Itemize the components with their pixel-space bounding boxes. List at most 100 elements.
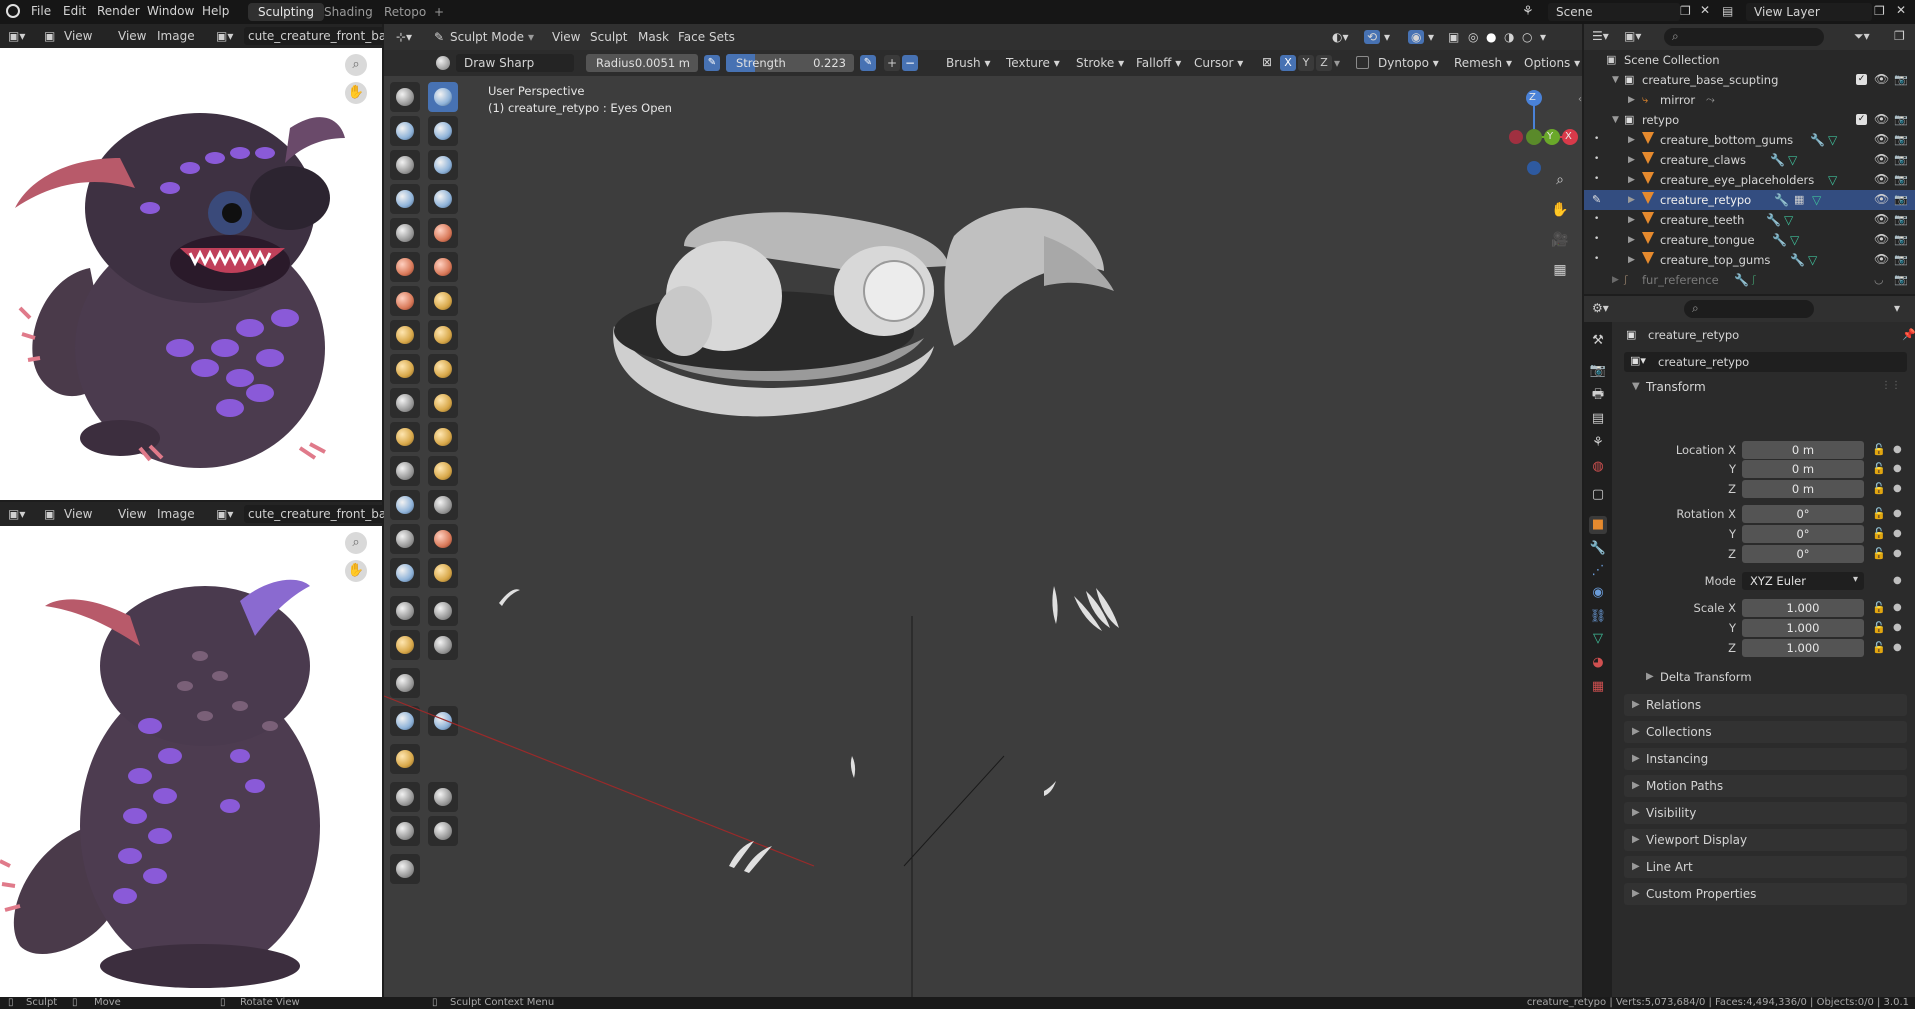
eye-icon[interactable]: 👁	[1874, 233, 1889, 246]
keyframe-dot-icon[interactable]: ●	[1893, 463, 1902, 474]
view-icon[interactable]: ▣	[44, 507, 55, 521]
menu-view[interactable]: View	[118, 29, 146, 43]
transform-panel-header[interactable]: ▼ Transform ⋮⋮	[1624, 378, 1907, 398]
grid-view-icon[interactable]: ▦	[1548, 258, 1572, 282]
render-camera-icon[interactable]: 📷	[1894, 153, 1908, 166]
image-name-field[interactable]: cute_creature_front_back.	[244, 505, 388, 523]
chevron-down-icon[interactable]: ▾	[528, 30, 534, 44]
outliner-row-creature-claws[interactable]: • ▶ creature_claws 🔧 ▽ 👁 📷	[1584, 150, 1915, 170]
chevron-down-icon[interactable]: ▾	[1428, 30, 1434, 44]
render-camera-icon[interactable]: 📷	[1894, 193, 1908, 206]
eye-icon[interactable]: 👁	[1874, 113, 1889, 126]
modifier-wrench-icon[interactable]: 🔧	[1772, 233, 1787, 247]
keyframe-dot-icon[interactable]: ●	[1893, 622, 1902, 633]
menu-image[interactable]: Image	[157, 507, 195, 521]
mesh-data-icon[interactable]: ▽	[1828, 133, 1837, 147]
mesh-data-icon[interactable]: ▽	[1784, 213, 1793, 227]
expand-arrow-icon[interactable]: ▶	[1628, 175, 1635, 185]
overlay-toggle-icon[interactable]: ◉	[1408, 30, 1425, 44]
stroke-dropdown[interactable]: Stroke ▾	[1076, 56, 1124, 70]
chevron-down-icon[interactable]: ▾	[1894, 301, 1900, 315]
expand-arrow-icon[interactable]: ▼	[1612, 115, 1619, 125]
eye-icon[interactable]: 👁	[1874, 73, 1889, 86]
copy-icon[interactable]: ❐	[1874, 4, 1885, 18]
image-browse-icon[interactable]: ▣▾	[216, 507, 233, 521]
tool-tab-icon[interactable]: ⚒	[1589, 332, 1607, 350]
solid-shading-icon[interactable]: ●	[1486, 30, 1496, 44]
exclude-checkbox[interactable]: ✓	[1856, 74, 1867, 85]
object-datablock-field[interactable]: ▣▾ creature_retypo	[1624, 352, 1907, 372]
keyframe-dot-icon[interactable]: ●	[1893, 602, 1902, 613]
render-camera-icon[interactable]: 📷	[1894, 233, 1908, 246]
exclude-checkbox[interactable]: ✓	[1856, 114, 1867, 125]
tab-sculpting[interactable]: Sculpting	[248, 3, 325, 21]
zoom-icon[interactable]: ⌕	[345, 54, 367, 76]
expand-arrow-icon[interactable]: ▶	[1628, 155, 1635, 165]
render-tab-icon[interactable]: 📷	[1589, 362, 1607, 380]
view-layer-icon[interactable]: ▤	[1722, 4, 1733, 18]
visibility-panel[interactable]: ▶ Visibility	[1624, 802, 1907, 824]
subtract-direction-icon[interactable]: −	[902, 55, 918, 71]
material-tab-icon[interactable]: ◕	[1589, 654, 1607, 672]
delta-transform-subpanel[interactable]: ▶ Delta Transform	[1640, 668, 1907, 688]
zoom-icon[interactable]: ⌕	[1548, 168, 1572, 192]
keyframe-dot-icon[interactable]: ●	[1893, 528, 1902, 539]
pan-hand-icon[interactable]: ✋	[1548, 198, 1572, 222]
menu-view[interactable]: View	[552, 30, 580, 44]
mesh-data-icon[interactable]: ▽	[1790, 233, 1799, 247]
brush-preview-icon[interactable]	[436, 56, 450, 70]
eye-icon[interactable]: 👁	[1874, 173, 1889, 186]
symmetry-x-toggle[interactable]: X	[1280, 55, 1296, 71]
eye-icon[interactable]: 👁	[1874, 193, 1889, 206]
keyframe-dot-icon[interactable]: ●	[1893, 444, 1902, 455]
view-layer-selector[interactable]: View Layer	[1746, 3, 1872, 21]
mesh-data-icon[interactable]: ▽	[1812, 193, 1821, 207]
add-direction-icon[interactable]: +	[884, 55, 900, 71]
brush-dropdown[interactable]: Brush ▾	[946, 56, 990, 70]
mesh-data-icon[interactable]: ▽	[1828, 173, 1837, 187]
pin-icon[interactable]: 📌	[1902, 328, 1915, 341]
lock-icon[interactable]: 🔓	[1872, 482, 1886, 495]
location-x-field[interactable]: 0 m	[1742, 441, 1864, 459]
lock-icon[interactable]: 🔓	[1872, 527, 1886, 540]
scene-tab-icon[interactable]: ⚘	[1589, 434, 1607, 452]
modifier-wrench-icon[interactable]: 🔧	[1790, 253, 1805, 267]
scale-z-field[interactable]: 1.000	[1742, 639, 1864, 657]
render-camera-icon[interactable]: 📷	[1894, 73, 1908, 86]
brush-name-field[interactable]: Draw Sharp	[456, 54, 574, 72]
constraints-tab-icon[interactable]: ⛓	[1589, 608, 1607, 626]
editor-type-icon[interactable]: ☰▾	[1592, 29, 1609, 43]
strength-slider[interactable]: Strength 0.223	[726, 54, 854, 72]
expand-arrow-icon[interactable]: ▶	[1612, 275, 1619, 285]
keyframe-dot-icon[interactable]: ●	[1893, 483, 1902, 494]
output-tab-icon[interactable]: 🖶	[1589, 386, 1607, 404]
expand-arrow-icon[interactable]: ▶	[1628, 235, 1635, 245]
modifiers-tab-icon[interactable]: 🔧	[1589, 540, 1607, 558]
view-layer-tab-icon[interactable]: ▤	[1589, 410, 1607, 428]
collection-tab-icon[interactable]: ▢	[1589, 486, 1607, 504]
display-mode-icon[interactable]: ▣▾	[1624, 29, 1641, 43]
outliner-row-fur-reference[interactable]: ▶ ʃ fur_reference 🔧 ʃ ◡ 📷	[1584, 270, 1915, 290]
menu-image[interactable]: Image	[157, 29, 195, 43]
outliner-row-retypo[interactable]: ▼ ▣ retypo ✓ 👁 📷	[1584, 110, 1915, 130]
eye-icon[interactable]: 👁	[1874, 253, 1889, 266]
editor-type-icon[interactable]: ⊹▾	[396, 30, 412, 44]
add-workspace-button[interactable]: +	[424, 3, 454, 21]
visibility-icon[interactable]: ◐▾	[1332, 30, 1349, 44]
outliner-row-creature-bottom-gums[interactable]: • ▶ creature_bottom_gums 🔧 ▽ 👁 📷	[1584, 130, 1915, 150]
lock-icon[interactable]: 🔓	[1872, 547, 1886, 560]
scale-x-field[interactable]: 1.000	[1742, 599, 1864, 617]
menu-sculpt[interactable]: Sculpt	[590, 30, 627, 44]
physics-tab-icon[interactable]: ◉	[1589, 584, 1607, 602]
view-icon[interactable]: ▣	[44, 29, 55, 43]
relations-panel[interactable]: ▶ Relations	[1624, 694, 1907, 716]
scale-y-field[interactable]: 1.000	[1742, 619, 1864, 637]
lock-icon[interactable]: 🔓	[1872, 641, 1886, 654]
menu-file[interactable]: File	[31, 4, 51, 18]
new-collection-icon[interactable]: ❐	[1894, 29, 1905, 43]
search-input[interactable]: ⌕	[1664, 28, 1824, 46]
sculpt-mode-icon[interactable]: ✎	[434, 30, 444, 44]
modifier-wrench-icon[interactable]: 🔧	[1770, 153, 1785, 167]
outliner-row-creature-teeth[interactable]: • ▶ creature_teeth 🔧 ▽ 👁 📷	[1584, 210, 1915, 230]
render-camera-icon[interactable]: 📷	[1894, 173, 1908, 186]
